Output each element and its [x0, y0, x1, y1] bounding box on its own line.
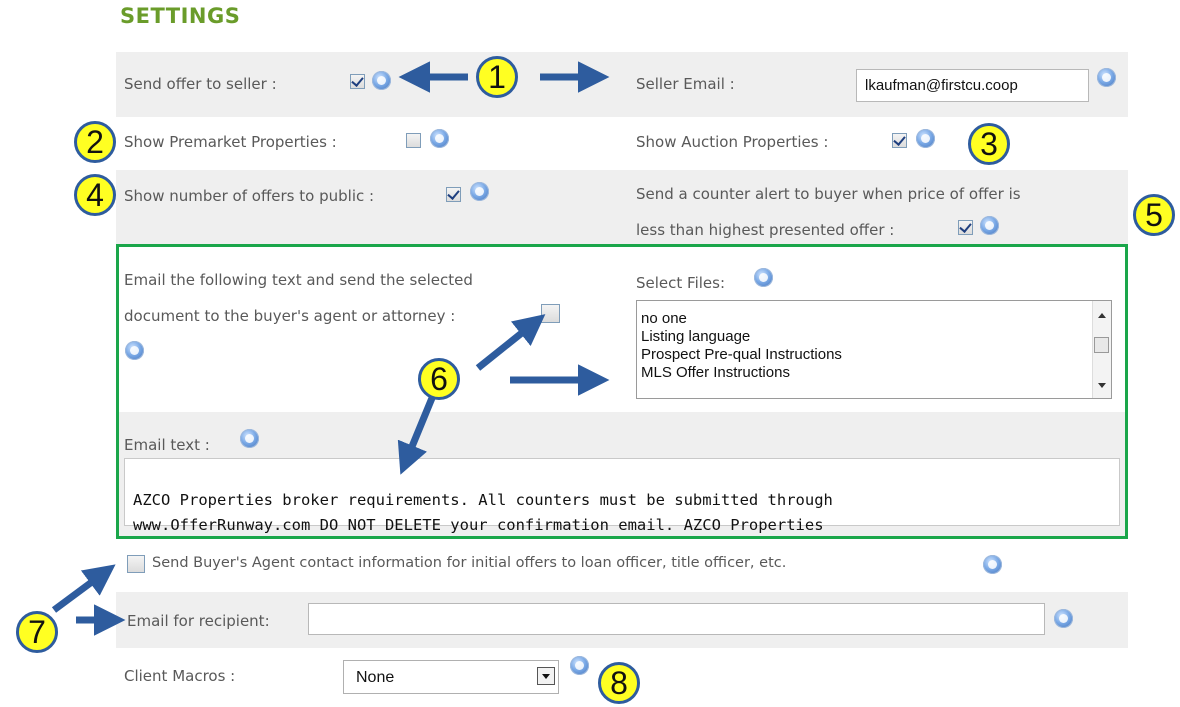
annotation-badge: 1 — [476, 56, 518, 98]
arrow-icon — [475, 314, 546, 371]
annotation-badge: 8 — [598, 662, 640, 704]
annotation-badge: 3 — [968, 123, 1010, 165]
annotation-badge: 4 — [74, 174, 116, 216]
annotation-badge: 7 — [16, 611, 58, 653]
annotation-badge: 6 — [418, 358, 460, 400]
arrow-icon — [51, 564, 116, 613]
annotation-badge: 5 — [1133, 194, 1175, 236]
annotation-arrows — [51, 61, 610, 636]
arrow-icon — [397, 396, 436, 475]
annotation-badge: 2 — [74, 121, 116, 163]
